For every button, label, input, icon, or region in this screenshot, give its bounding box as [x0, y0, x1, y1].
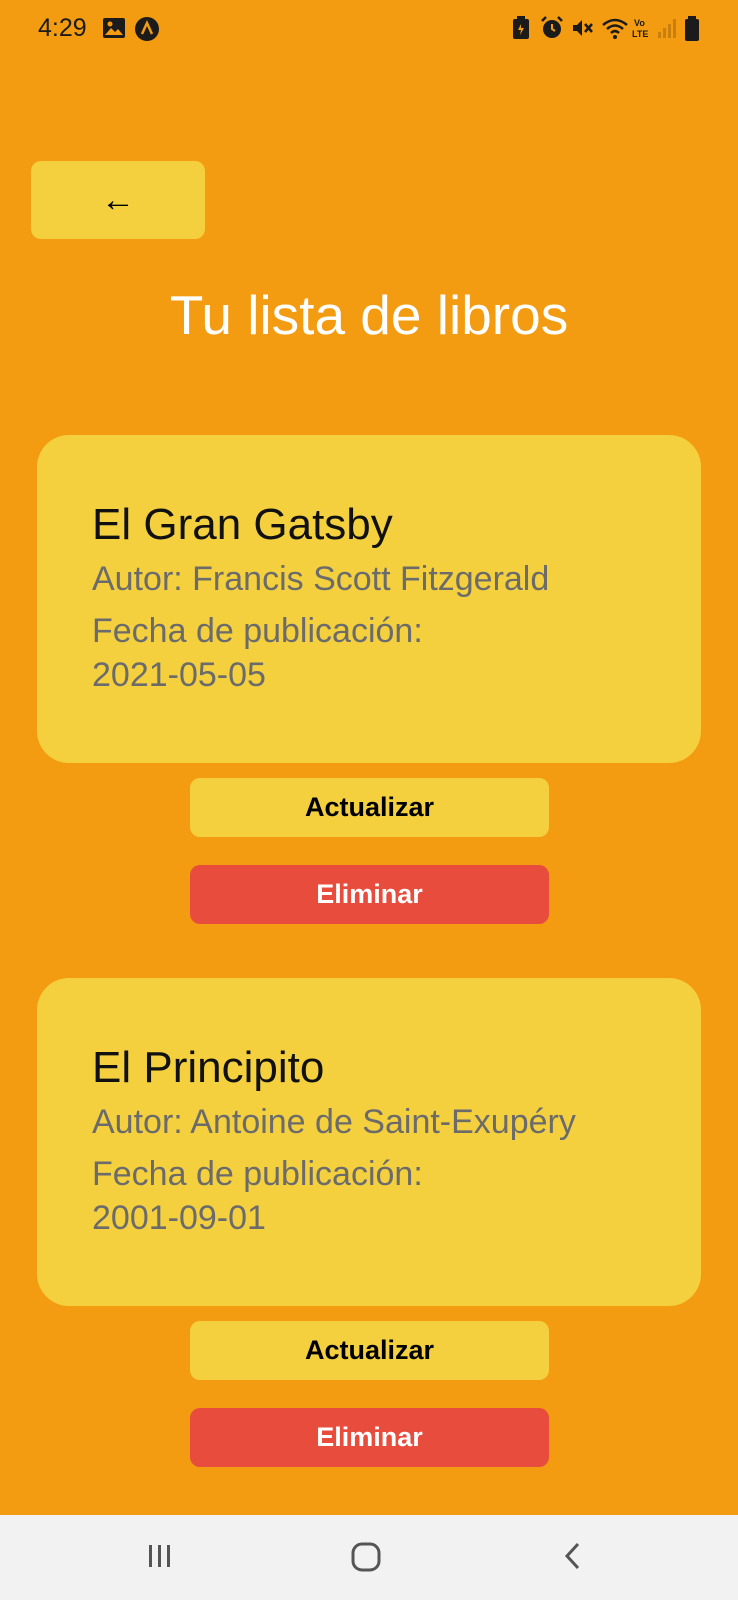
signal-icon: [658, 19, 676, 38]
update-button[interactable]: Actualizar: [190, 1321, 549, 1380]
battery-icon: [685, 16, 699, 41]
svg-text:Vo: Vo: [634, 18, 645, 28]
book-title: El Principito: [92, 1043, 325, 1092]
delete-button[interactable]: Eliminar: [190, 865, 549, 924]
home-icon[interactable]: [350, 1541, 382, 1573]
wifi-icon: [602, 18, 628, 39]
book-card: El Principito Autor: Antoine de Saint-Ex…: [37, 978, 701, 1306]
back-button[interactable]: ←: [31, 161, 205, 239]
book-author: Autor: Antoine de Saint-Exupéry: [92, 1103, 576, 1141]
status-bar: 4:29 Vo LTE: [0, 0, 738, 60]
book-date-label: Fecha de publicación:: [92, 612, 423, 650]
page-title: Tu lista de libros: [169, 284, 569, 346]
book-date: 2001-09-01: [92, 1199, 266, 1237]
book-date-label: Fecha de publicación:: [92, 1155, 423, 1193]
back-nav-icon[interactable]: [562, 1541, 584, 1571]
delete-button[interactable]: Eliminar: [190, 1408, 549, 1467]
gallery-icon: [103, 18, 125, 38]
recent-apps-icon[interactable]: [146, 1541, 174, 1571]
book-title: El Gran Gatsby: [92, 500, 393, 549]
book-author: Autor: Francis Scott Fitzgerald: [92, 560, 550, 598]
navigation-bar: [0, 1515, 738, 1600]
svg-text:LTE: LTE: [632, 29, 648, 39]
volte-icon: Vo LTE: [632, 18, 648, 39]
book-card: El Gran Gatsby Autor: Francis Scott Fitz…: [37, 435, 701, 763]
mute-icon: [573, 20, 593, 36]
back-arrow-icon: ←: [101, 180, 135, 219]
update-button[interactable]: Actualizar: [190, 778, 549, 837]
book-date: 2021-05-05: [92, 656, 266, 694]
status-time: 4:29: [38, 14, 87, 42]
app-notification-icon: [135, 17, 159, 41]
battery-saver-icon: [513, 16, 529, 39]
alarm-icon: [541, 16, 563, 38]
